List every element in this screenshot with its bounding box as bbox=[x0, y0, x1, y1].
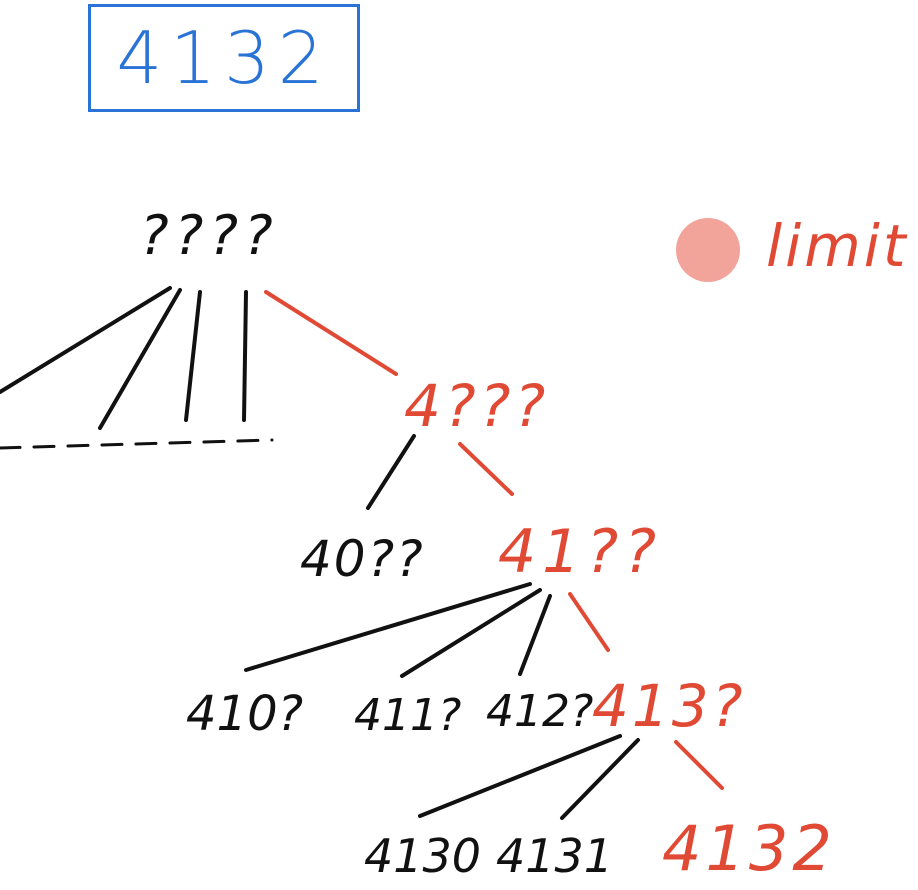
node-4130: 4130 bbox=[364, 829, 481, 883]
edge-413-4130 bbox=[418, 734, 622, 818]
edge-41-412 bbox=[518, 594, 552, 676]
edge-41-410 bbox=[244, 582, 532, 672]
node-41xx: 41?? bbox=[498, 517, 662, 587]
edge-413-4131 bbox=[560, 738, 640, 820]
edge-4-40 bbox=[366, 434, 416, 510]
node-root: ???? bbox=[140, 204, 279, 267]
edge-413-4132 bbox=[674, 740, 724, 790]
node-412x: 412? bbox=[486, 686, 593, 737]
edge-root-4 bbox=[264, 290, 398, 376]
edge-root-2 bbox=[184, 290, 202, 422]
edge-4-41 bbox=[458, 442, 514, 496]
digit-tree-diagram: ???? 4??? 40?? 41?? 410? 411? 412? 413? … bbox=[0, 204, 836, 885]
node-4131: 4131 bbox=[496, 829, 613, 883]
pruned-branch-dashes bbox=[0, 438, 274, 450]
node-410x: 410? bbox=[186, 686, 303, 742]
edge-root-1 bbox=[98, 288, 182, 430]
node-4132: 4132 bbox=[662, 812, 836, 885]
node-413x: 413? bbox=[592, 672, 746, 740]
edge-root-3 bbox=[242, 290, 248, 422]
node-4xxx: 4??? bbox=[404, 372, 549, 440]
node-40xx: 40?? bbox=[300, 530, 425, 588]
edge-root-0 bbox=[0, 286, 172, 394]
edge-41-413 bbox=[568, 592, 610, 652]
node-411x: 411? bbox=[354, 690, 461, 741]
